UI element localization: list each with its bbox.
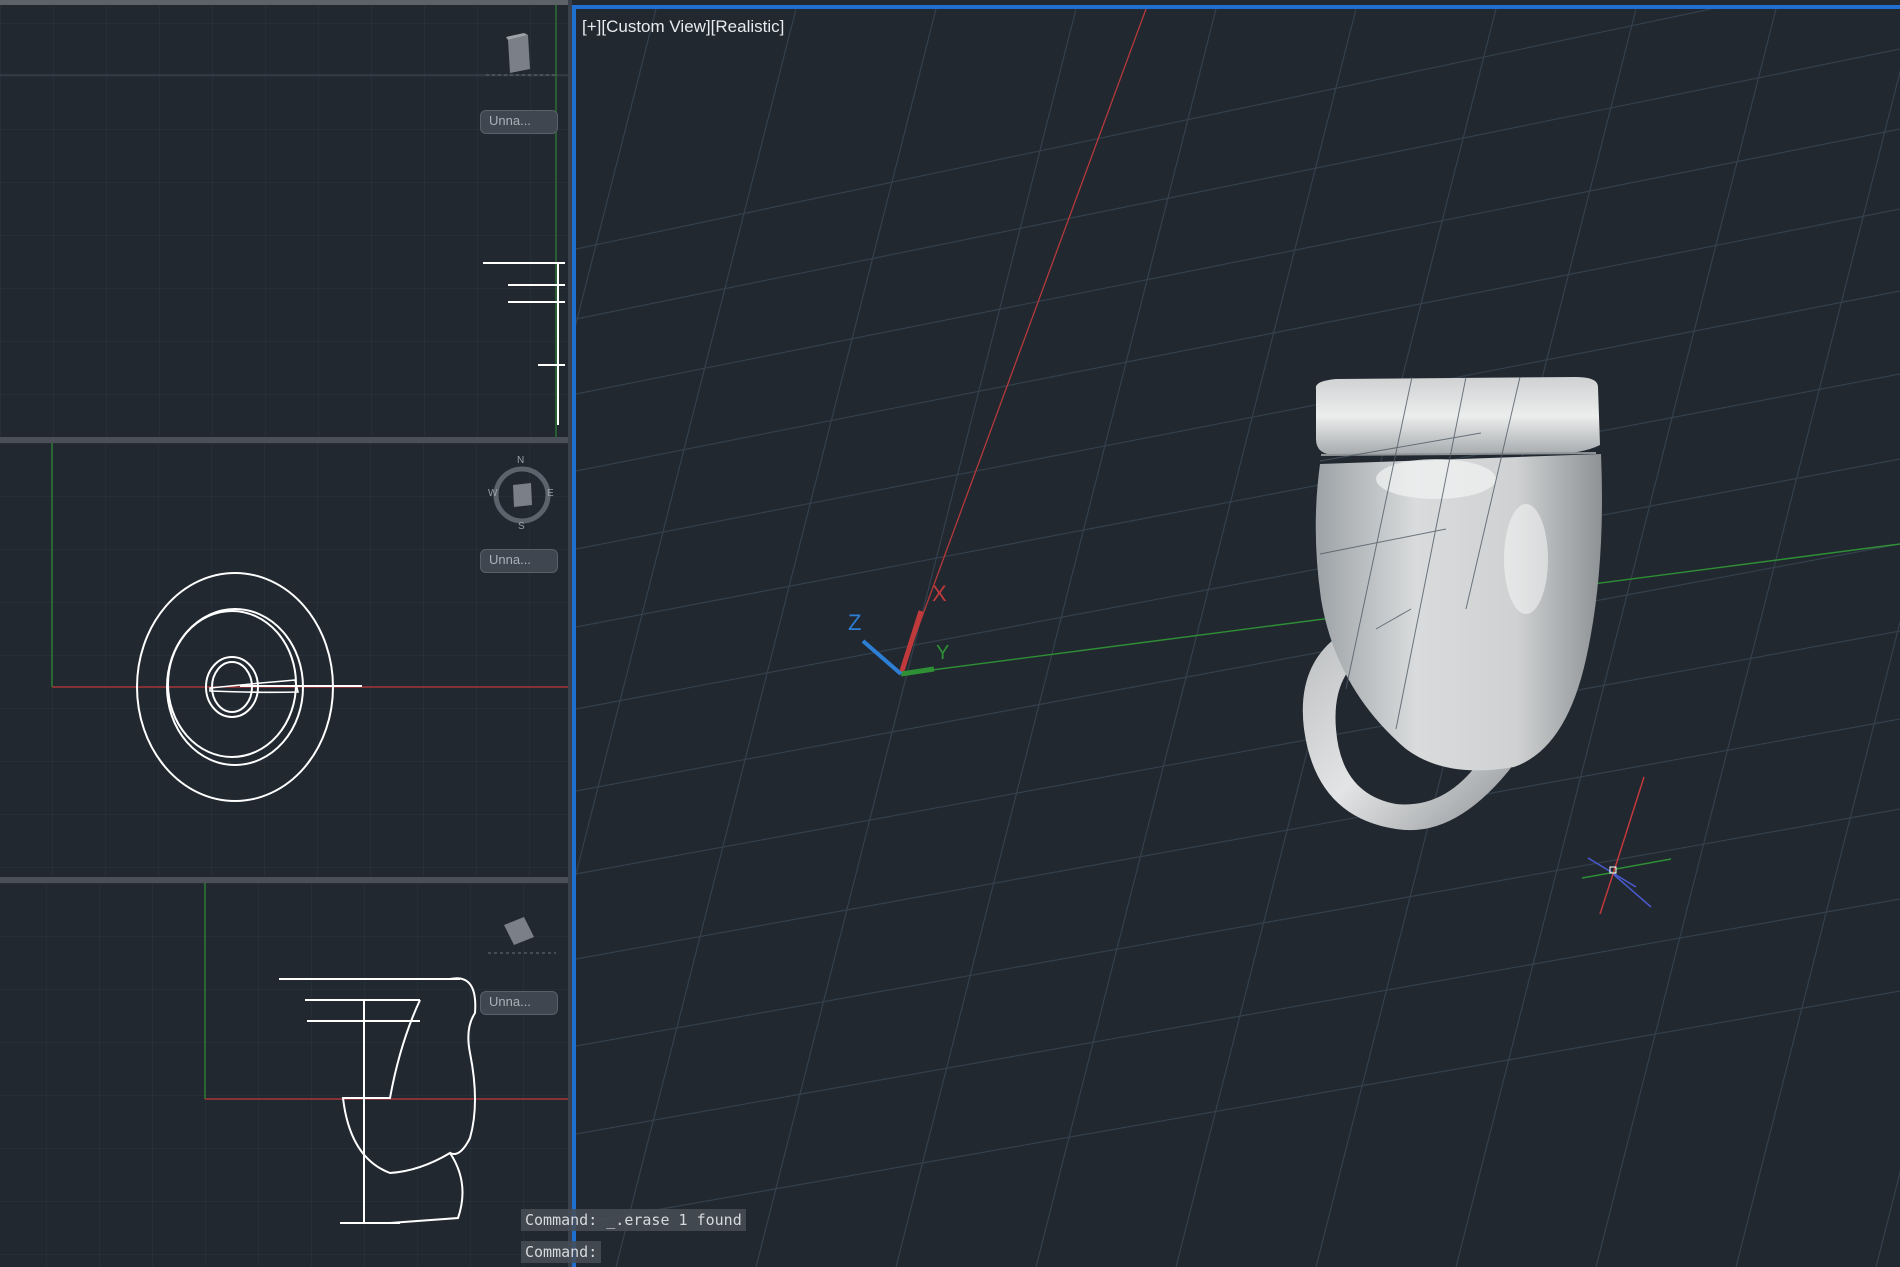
command-history: Command: _.erase 1 found xyxy=(521,1209,746,1231)
viewport-middle[interactable]: N W E S Unna... xyxy=(0,437,568,877)
viewport-main[interactable]: [+][Custom View][Realistic] X Y Z xyxy=(572,5,1900,1267)
x-axis-line xyxy=(900,9,1147,675)
ucs-y-label: Y xyxy=(936,642,950,664)
compass-west: W xyxy=(488,488,498,499)
ucs-axis-icon xyxy=(861,610,935,677)
compass-south: S xyxy=(518,521,525,532)
ucs-x-label: X xyxy=(932,581,947,606)
viewport-top-canvas xyxy=(0,5,568,437)
grid xyxy=(0,5,568,437)
grid xyxy=(0,883,568,1267)
grid xyxy=(0,443,568,877)
perspective-grid xyxy=(576,9,1900,1267)
viewcube-label[interactable]: Unna... xyxy=(480,991,558,1015)
viewcube-label[interactable]: Unna... xyxy=(480,110,558,134)
compass-east: E xyxy=(547,488,554,499)
viewport-bottom-canvas xyxy=(0,883,568,1267)
ucs-z-label: Z xyxy=(848,610,862,635)
viewport-middle-canvas xyxy=(0,443,568,877)
viewport-top[interactable]: Unna... xyxy=(0,0,568,437)
viewport-main-canvas xyxy=(576,9,1900,1267)
compass-north: N xyxy=(517,455,525,466)
viewport-label[interactable]: [+][Custom View][Realistic] xyxy=(582,17,784,37)
3d-model[interactable] xyxy=(1302,376,1602,831)
crosshair-cursor-icon xyxy=(1581,776,1672,915)
command-input[interactable]: Command: xyxy=(521,1241,602,1263)
viewport-bottom[interactable]: Unna... xyxy=(0,877,568,1267)
viewcube-label[interactable]: Unna... xyxy=(480,549,558,573)
